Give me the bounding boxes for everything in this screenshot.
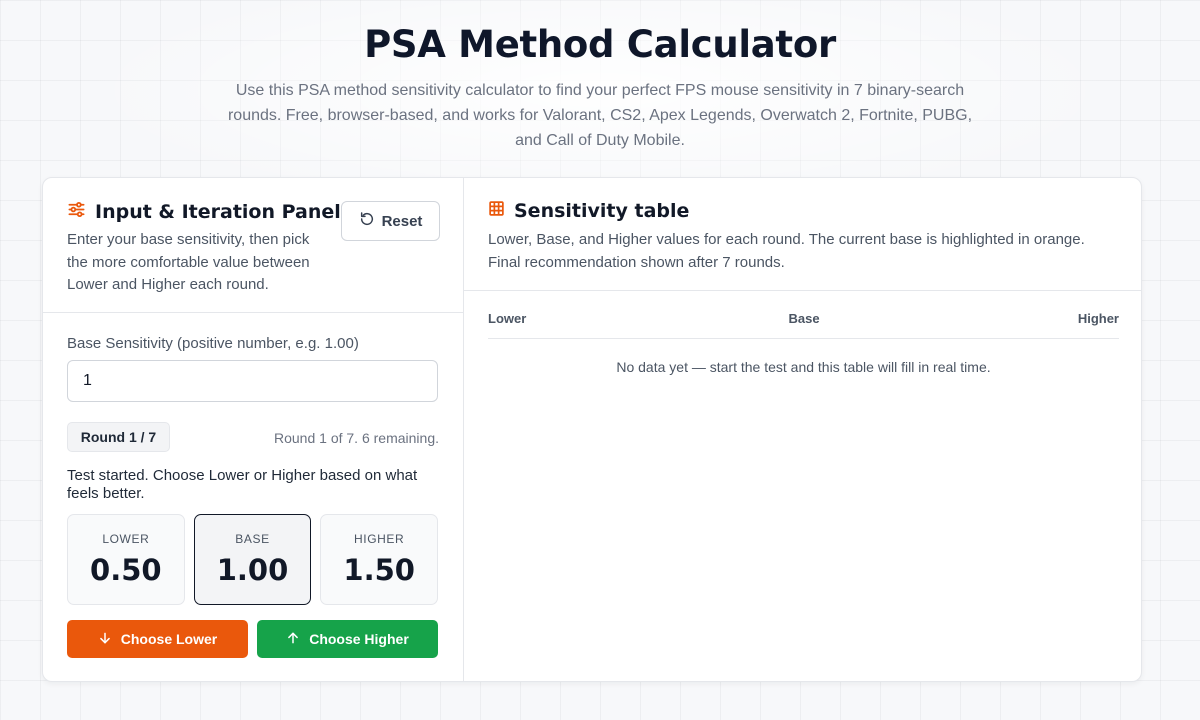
column-header-lower: Lower xyxy=(488,311,527,326)
lower-value: 0.50 xyxy=(90,553,162,587)
input-panel-title: Input & Iteration Panel xyxy=(95,201,341,223)
base-value-card: BASE 1.00 xyxy=(193,514,312,605)
higher-value-card: HIGHER 1.50 xyxy=(320,514,439,605)
hero: PSA Method Calculator Use this PSA metho… xyxy=(0,22,1200,153)
base-sensitivity-input[interactable] xyxy=(67,360,438,402)
base-value-label: BASE xyxy=(235,532,270,546)
round-badge: Round 1 / 7 xyxy=(67,422,170,452)
arrow-up-icon xyxy=(286,631,300,648)
choose-higher-label: Choose Higher xyxy=(309,631,409,647)
input-panel-description: Enter your base sensitivity, then pick t… xyxy=(67,231,310,293)
base-value: 1.00 xyxy=(216,553,289,587)
sensitivity-table-panel: Sensitivity table Lower, Base, and Highe… xyxy=(464,178,1141,681)
table-empty-message: No data yet — start the test and this ta… xyxy=(616,359,991,375)
rotate-ccw-icon xyxy=(359,211,375,231)
table-grid-icon xyxy=(488,200,505,222)
choose-lower-label: Choose Lower xyxy=(120,631,218,647)
column-header-higher: Higher xyxy=(1077,311,1119,326)
lower-value-card: LOWER 0.50 xyxy=(67,514,185,605)
table-panel-description: Lower, Base, and Higher values for each … xyxy=(488,231,1085,271)
table-panel-title: Sensitivity table xyxy=(514,200,690,222)
table-header-row: Lower Base Higher xyxy=(488,311,1119,339)
choice-actions: Choose Lower Choose Higher xyxy=(67,620,438,658)
calculator-card: Input & Iteration Panel Enter your base … xyxy=(42,177,1142,682)
page-description: Use this PSA method sensitivity calculat… xyxy=(227,82,973,149)
higher-value: 1.50 xyxy=(343,553,415,587)
table-panel-title-row: Sensitivity table xyxy=(488,200,689,222)
base-sensitivity-label: Base Sensitivity (positive number, e.g. … xyxy=(67,335,359,352)
value-cards: LOWER 0.50 BASE 1.00 HIGHER 1.50 xyxy=(67,514,439,605)
arrow-down-icon xyxy=(98,631,112,648)
input-panel-title-row: Input & Iteration Panel xyxy=(67,200,341,224)
page-title: PSA Method Calculator xyxy=(364,23,836,66)
lower-value-label: LOWER xyxy=(102,532,150,546)
input-panel-header: Input & Iteration Panel Enter your base … xyxy=(43,178,463,313)
choose-higher-button[interactable]: Choose Higher xyxy=(257,620,438,658)
higher-value-label: HIGHER xyxy=(354,532,405,546)
column-header-base: Base xyxy=(788,311,820,326)
reset-label: Reset xyxy=(381,212,423,230)
round-remaining-text: Round 1 of 7. 6 remaining. xyxy=(274,430,439,446)
sensitivity-table: Lower Base Higher No data yet — start th… xyxy=(488,311,1119,375)
table-panel-header: Sensitivity table Lower, Base, and Highe… xyxy=(464,178,1141,291)
input-iteration-panel: Input & Iteration Panel Enter your base … xyxy=(43,178,464,681)
choose-lower-button[interactable]: Choose Lower xyxy=(67,620,248,658)
reset-button[interactable]: Reset xyxy=(341,201,440,241)
status-message: Test started. Choose Lower or Higher bas… xyxy=(67,467,418,502)
sliders-icon xyxy=(67,200,86,224)
